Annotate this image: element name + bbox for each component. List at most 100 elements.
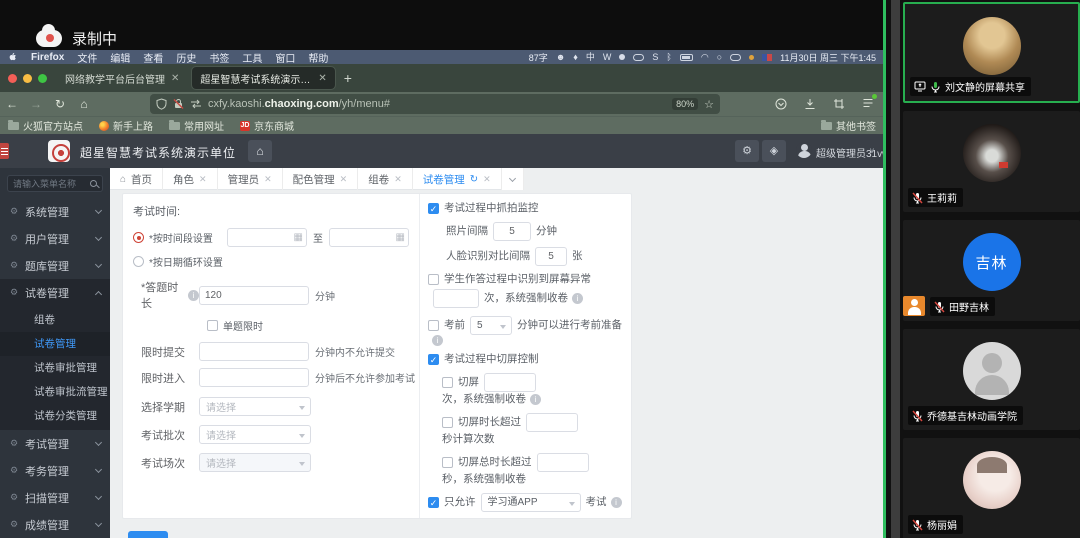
chat-status-icon[interactable] bbox=[619, 54, 625, 60]
participant-tile[interactable]: 王莉莉 bbox=[903, 111, 1080, 212]
sidebar-item-grades[interactable]: ⚙成绩管理 bbox=[0, 511, 110, 538]
w-app-status-icon[interactable]: W bbox=[603, 52, 612, 62]
close-icon[interactable]: ✕ bbox=[483, 174, 491, 185]
apple-menu-icon[interactable] bbox=[8, 52, 18, 62]
new-tab-button[interactable]: + bbox=[344, 70, 352, 86]
save-button[interactable] bbox=[128, 531, 168, 538]
participant-tile[interactable]: 刘文静的屏幕共享 bbox=[903, 2, 1080, 103]
switch-total-input[interactable] bbox=[537, 453, 589, 472]
sidebar-item-papers[interactable]: ⚙试卷管理 bbox=[0, 279, 110, 306]
only-allow-checkbox[interactable] bbox=[428, 497, 439, 508]
tab-color-scheme[interactable]: 配色管理✕ bbox=[283, 168, 359, 190]
tab-paper-management[interactable]: 试卷管理↻✕ bbox=[413, 168, 502, 190]
sidebar-subitem-paper-approval[interactable]: 试卷审批管理 bbox=[0, 356, 110, 380]
bookmark-jd[interactable]: JD京东商城 bbox=[240, 118, 294, 133]
keeper-status-icon[interactable] bbox=[633, 54, 644, 61]
sidebar-item-scanning[interactable]: ⚙扫描管理 bbox=[0, 484, 110, 511]
menu-view[interactable]: 查看 bbox=[143, 50, 163, 65]
page-zoom-level[interactable]: 80% bbox=[672, 98, 698, 110]
spotlight-search-icon[interactable]: ○ bbox=[717, 52, 722, 62]
tab-administrator[interactable]: 管理员✕ bbox=[218, 168, 283, 190]
forward-button[interactable]: → bbox=[24, 97, 48, 111]
tab-home[interactable]: ⌂首页 bbox=[110, 168, 163, 190]
screen-switch-checkbox[interactable] bbox=[428, 354, 439, 365]
participant-tile[interactable]: 吉林 田野吉林 bbox=[903, 220, 1080, 321]
menu-window[interactable]: 窗口 bbox=[275, 50, 295, 65]
switch-duration-checkbox[interactable] bbox=[442, 417, 453, 428]
bookmark-common-sites[interactable]: 常用网址 bbox=[169, 118, 224, 133]
address-bar[interactable]: cxfy.kaoshi.chaoxing.com/yh/menu# 80% ☆ bbox=[150, 94, 720, 114]
menu-tools[interactable]: 工具 bbox=[242, 50, 262, 65]
mic-status-icon[interactable]: ♦ bbox=[573, 52, 578, 62]
ime-status-icon[interactable]: 中 bbox=[586, 52, 595, 62]
sidebar-item-exams[interactable]: ⚙考试管理 bbox=[0, 430, 110, 457]
bookmark-star-icon[interactable]: ☆ bbox=[704, 98, 714, 111]
radio-time-range[interactable] bbox=[133, 232, 144, 243]
navigate-button[interactable]: ◈ bbox=[762, 140, 786, 162]
user-avatar[interactable] bbox=[796, 142, 812, 158]
s-app-status-icon[interactable]: S bbox=[652, 52, 658, 62]
pocket-icon[interactable] bbox=[775, 98, 787, 110]
enter-limit-input[interactable] bbox=[199, 368, 309, 387]
menubar-app-name[interactable]: Firefox bbox=[31, 52, 64, 63]
sidebar-subitem-paper-approval-flow[interactable]: 试卷审批流管理 bbox=[0, 380, 110, 404]
search-icon[interactable] bbox=[90, 180, 97, 187]
sidebar-subitem-paper-management[interactable]: 试卷管理 bbox=[0, 332, 110, 356]
menu-history[interactable]: 历史 bbox=[176, 50, 196, 65]
menu-bookmarks[interactable]: 书签 bbox=[209, 50, 229, 65]
refresh-icon[interactable]: ↻ bbox=[470, 174, 478, 185]
reload-button[interactable]: ↻ bbox=[48, 97, 72, 111]
menu-edit[interactable]: 编辑 bbox=[110, 50, 130, 65]
submit-limit-input[interactable] bbox=[199, 342, 309, 361]
extensions-menu-icon[interactable] bbox=[862, 97, 874, 112]
downloads-icon[interactable] bbox=[804, 98, 816, 110]
menu-help[interactable]: 帮助 bbox=[308, 50, 328, 65]
end-date-input[interactable]: ▦ bbox=[329, 228, 409, 247]
window-close-button[interactable] bbox=[8, 74, 17, 83]
sidebar-search-input[interactable] bbox=[13, 179, 86, 189]
tab-assemble-paper[interactable]: 组卷✕ bbox=[358, 168, 413, 190]
sidebar-subitem-assemble-paper[interactable]: 组卷 bbox=[0, 308, 110, 332]
tab-role[interactable]: 角色✕ bbox=[163, 168, 218, 190]
close-icon[interactable]: ✕ bbox=[394, 174, 402, 185]
participant-tile[interactable]: 杨丽娟 bbox=[903, 438, 1080, 538]
tab-close-icon[interactable]: ✕ bbox=[171, 73, 179, 84]
switch-count-checkbox[interactable] bbox=[442, 377, 453, 388]
start-date-input[interactable]: ▦ bbox=[227, 228, 307, 247]
close-icon[interactable]: ✕ bbox=[340, 174, 348, 185]
close-icon[interactable]: ✕ bbox=[199, 174, 207, 185]
sidebar-item-question-bank[interactable]: ⚙题库管理 bbox=[0, 252, 110, 279]
sidebar-item-users[interactable]: ⚙用户管理 bbox=[0, 225, 110, 252]
before-exam-checkbox[interactable] bbox=[428, 320, 439, 331]
bookmark-getting-started[interactable]: 新手上路 bbox=[99, 118, 153, 133]
bluetooth-icon[interactable]: ᛒ bbox=[666, 52, 671, 62]
semester-select[interactable]: 请选择 bbox=[199, 397, 311, 416]
wifi-icon[interactable]: ◠ bbox=[701, 52, 709, 62]
menubar-clock[interactable]: 11月30日 周三 下午1:45 bbox=[780, 51, 876, 64]
switch-duration-input[interactable] bbox=[526, 413, 578, 432]
participant-tile[interactable]: 乔德基吉林动画学院 bbox=[903, 329, 1080, 430]
user-menu-caret-icon[interactable]: ∨ bbox=[869, 146, 875, 155]
sidebar-item-system[interactable]: ⚙系统管理 bbox=[0, 198, 110, 225]
battery-icon[interactable] bbox=[680, 54, 693, 61]
tab-list-dropdown[interactable] bbox=[502, 168, 524, 190]
browser-tab-exam-system[interactable]: 超星智慧考试系统演示单位 ✕ bbox=[192, 67, 334, 89]
session-select[interactable]: 请选择 bbox=[199, 453, 311, 472]
window-zoom-button[interactable] bbox=[38, 74, 47, 83]
back-button[interactable]: ← bbox=[0, 97, 24, 111]
tracking-shield-icon[interactable] bbox=[156, 98, 167, 110]
emoji-status-icon[interactable]: ☻ bbox=[556, 52, 565, 62]
sync-tabs-icon[interactable] bbox=[190, 99, 202, 109]
bookmark-firefox-official[interactable]: 火狐官方站点 bbox=[8, 118, 83, 133]
abnormal-count-input[interactable] bbox=[433, 289, 479, 308]
radio-date-cycle[interactable] bbox=[133, 256, 144, 267]
collapse-menu-icon[interactable] bbox=[0, 143, 9, 159]
batch-select[interactable]: 请选择 bbox=[199, 425, 311, 444]
tab-close-icon[interactable]: ✕ bbox=[318, 73, 326, 84]
sidebar-search[interactable] bbox=[7, 175, 103, 192]
home-button[interactable]: ⌂ bbox=[72, 97, 96, 111]
abnormal-checkbox[interactable] bbox=[428, 274, 439, 285]
close-icon[interactable]: ✕ bbox=[264, 174, 272, 185]
sidebar-item-exam-affairs[interactable]: ⚙考务管理 bbox=[0, 457, 110, 484]
switch-total-checkbox[interactable] bbox=[442, 457, 453, 468]
